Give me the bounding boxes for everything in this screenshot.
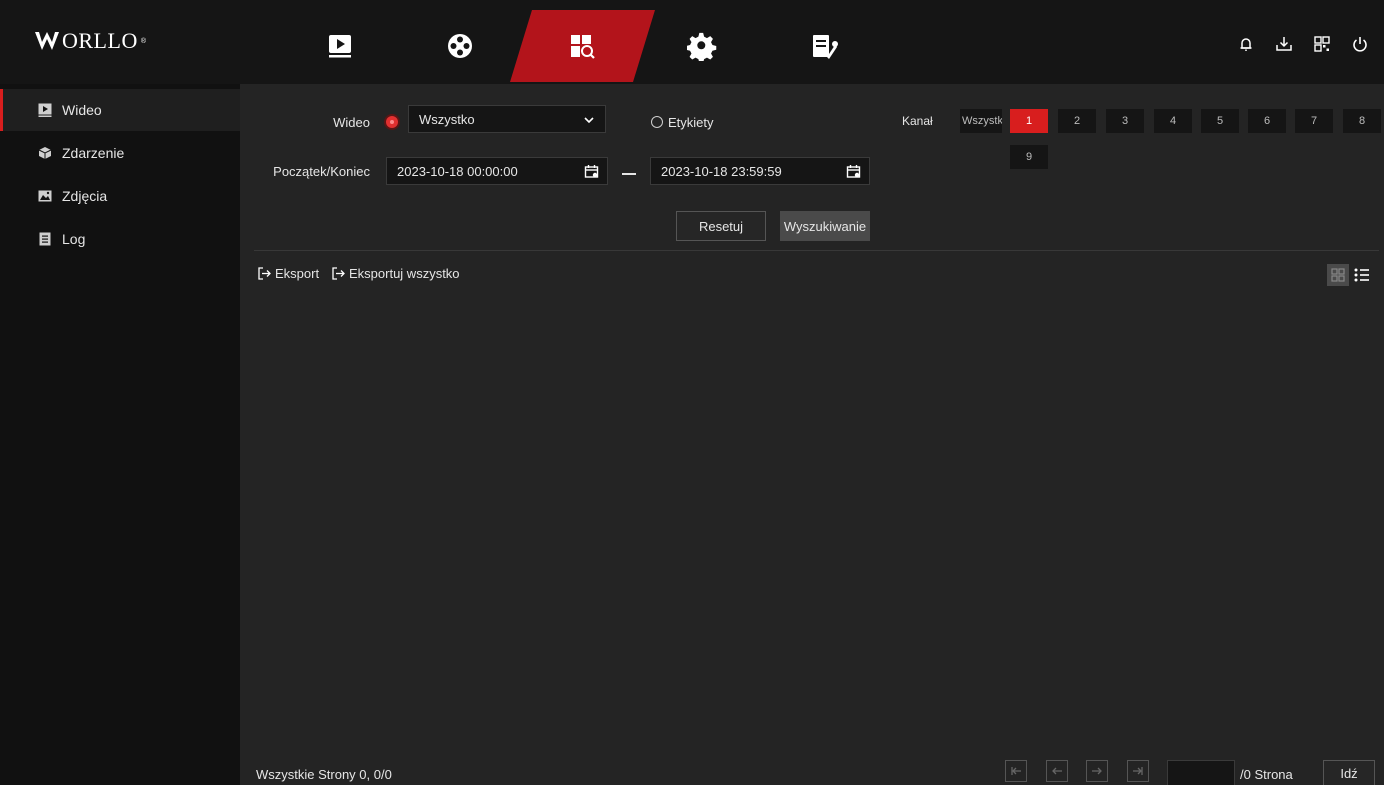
logo-text: ORLLO (62, 28, 138, 53)
section-divider (254, 250, 1379, 251)
channel-2-button[interactable]: 2 (1058, 109, 1096, 133)
video-type-select[interactable]: Wszystko (408, 105, 606, 133)
channel-8-button[interactable]: 8 (1343, 109, 1381, 133)
search-button[interactable]: Wyszukiwanie (780, 211, 870, 241)
bell-icon[interactable] (1236, 34, 1256, 54)
gear-icon (687, 32, 717, 61)
sidebar-item-wideo[interactable]: Wideo (0, 89, 240, 131)
top-bar: ORLLO ® (0, 0, 1384, 84)
arrow-right-icon (1092, 767, 1102, 775)
film-reel-icon (448, 34, 472, 58)
tags-label: Etykiety (668, 115, 714, 130)
sidebar-item-label: Zdarzenie (62, 145, 125, 161)
grid-view-icon (1331, 268, 1345, 282)
logo-mark-icon (35, 32, 59, 50)
sidebar-item-zdarzenie[interactable]: Zdarzenie (0, 132, 240, 174)
calendar-icon[interactable] (584, 164, 599, 179)
range-label: Początek/Koniec (273, 164, 370, 179)
export-all-label: Eksportuj wszystko (349, 266, 460, 281)
tab-search[interactable] (532, 10, 632, 82)
power-icon[interactable] (1350, 34, 1370, 54)
first-page-button[interactable] (1005, 760, 1027, 782)
export-all-button[interactable]: Eksportuj wszystko (332, 266, 460, 281)
sidebar-item-label: Zdjęcia (62, 188, 108, 204)
download-icon[interactable] (1274, 34, 1294, 54)
file-search-icon (571, 35, 595, 59)
channel-6-button[interactable]: 6 (1248, 109, 1286, 133)
channel-label: Kanał (902, 114, 933, 128)
video-label: Wideo (333, 115, 370, 130)
sidebar: Wideo Zdarzenie Zdjęcia Log (0, 84, 240, 785)
tab-maintenance[interactable] (774, 10, 874, 82)
page-number-input[interactable] (1167, 760, 1235, 785)
range-dash (622, 173, 636, 175)
end-datetime-value: 2023-10-18 23:59:59 (661, 163, 782, 179)
tab-events[interactable] (410, 10, 510, 82)
channel-1-button[interactable]: 1 (1010, 109, 1048, 133)
start-datetime-field[interactable]: 2023-10-18 00:00:00 (386, 157, 608, 185)
channel-9-button[interactable]: 9 (1010, 145, 1048, 169)
doc-wrench-icon (813, 35, 838, 59)
play-icon (329, 35, 351, 58)
list-view-button[interactable] (1351, 264, 1373, 286)
video-type-value: Wszystko (419, 111, 475, 127)
channel-3-button[interactable]: 3 (1106, 109, 1144, 133)
box-icon (38, 146, 52, 160)
sidebar-item-label: Log (62, 231, 86, 247)
sidebar-item-zdjecia[interactable]: Zdjęcia (0, 175, 240, 217)
next-page-button[interactable] (1086, 760, 1108, 782)
arrow-left-icon (1052, 767, 1062, 775)
last-page-icon (1133, 767, 1143, 775)
tab-settings[interactable] (652, 10, 752, 82)
image-icon (38, 189, 52, 203)
tags-radio[interactable] (651, 116, 663, 128)
page-total-label: /0 Strona (1240, 767, 1293, 782)
channel-all-button[interactable]: Wszystko (960, 109, 1002, 133)
qr-code-icon[interactable] (1312, 34, 1332, 54)
export-icon (258, 267, 271, 280)
last-page-button[interactable] (1127, 760, 1149, 782)
channel-4-button[interactable]: 4 (1154, 109, 1192, 133)
search-panel: Wideo Wszystko Etykiety Kanał Wszystko 1… (240, 84, 1384, 785)
logo-registered-mark: ® (140, 37, 146, 45)
pagination-summary: Wszystkie Strony 0, 0/0 (256, 767, 392, 782)
export-icon (332, 267, 345, 280)
export-button[interactable]: Eksport (258, 266, 319, 281)
video-radio[interactable] (386, 116, 398, 128)
top-right-icons (1236, 34, 1370, 54)
prev-page-button[interactable] (1046, 760, 1068, 782)
channel-5-button[interactable]: 5 (1201, 109, 1239, 133)
go-button[interactable]: Idź (1323, 760, 1375, 785)
grid-view-button[interactable] (1327, 264, 1349, 286)
sidebar-item-log[interactable]: Log (0, 218, 240, 260)
export-label: Eksport (275, 266, 320, 281)
first-page-icon (1011, 767, 1021, 775)
channel-7-button[interactable]: 7 (1295, 109, 1333, 133)
list-view-icon (1354, 268, 1369, 282)
tab-playback[interactable] (290, 10, 390, 82)
video-icon (38, 103, 52, 117)
log-icon (38, 232, 52, 246)
orllo-logo: ORLLO ® (34, 28, 146, 54)
reset-button[interactable]: Resetuj (676, 211, 766, 241)
calendar-icon[interactable] (846, 164, 861, 179)
sidebar-item-label: Wideo (62, 102, 102, 118)
end-datetime-field[interactable]: 2023-10-18 23:59:59 (650, 157, 870, 185)
chevron-down-icon (584, 117, 594, 124)
start-datetime-value: 2023-10-18 00:00:00 (397, 163, 518, 179)
